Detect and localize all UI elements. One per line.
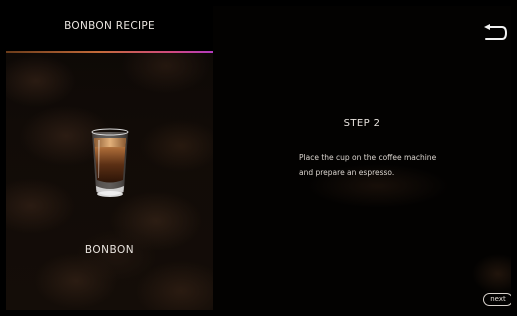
recipe-header: BONBON RECIPE (6, 6, 213, 52)
instruction-line-2: and prepare an espresso. (299, 168, 395, 177)
app-screen: BONBON RECIPE BONBON STEP 2 Place the cu… (6, 6, 511, 310)
instruction-line-1: Place the cup on the coffee machine (299, 153, 437, 162)
back-arrow-icon[interactable] (481, 24, 507, 42)
recipe-title: BONBON RECIPE (64, 20, 155, 32)
espresso-glass-icon (91, 128, 129, 197)
step-title: STEP 2 (343, 118, 381, 129)
recipe-panel: BONBON RECIPE BONBON (6, 6, 213, 310)
header-accent-line (6, 51, 213, 53)
drink-name: BONBON (84, 244, 135, 256)
step-instruction: Place the cup on the coffee machine and … (299, 150, 499, 180)
next-button[interactable]: next (483, 293, 511, 306)
step-panel: STEP 2 Place the cup on the coffee machi… (213, 6, 511, 310)
